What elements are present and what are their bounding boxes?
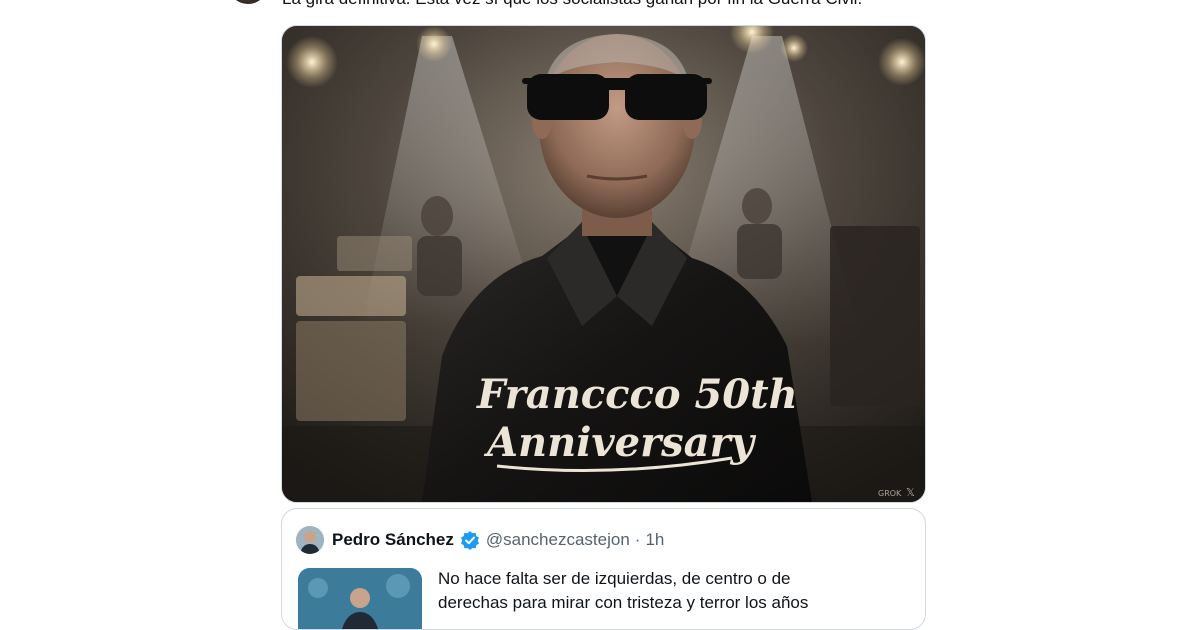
- verified-badge-icon: [460, 530, 480, 550]
- image-overlay-subtitle: Anniversary: [483, 419, 757, 466]
- tweet-text: La gira definitiva. Esta vez sí que los …: [282, 0, 982, 9]
- image-watermark: GROK: [878, 489, 902, 498]
- quoted-timestamp[interactable]: 1h: [645, 530, 664, 550]
- quoted-author-name[interactable]: Pedro Sánchez: [332, 530, 454, 550]
- quoted-tweet-thumbnail[interactable]: [298, 568, 422, 629]
- tweet-image[interactable]: Franccco 50th Anniversary GROK 𝕏: [281, 25, 926, 503]
- quoted-tweet[interactable]: Pedro Sánchez @sanchezcastejon · 1h No h…: [281, 508, 926, 630]
- quoted-tweet-header: Pedro Sánchez @sanchezcastejon · 1h: [296, 525, 664, 555]
- author-avatar[interactable]: [228, 0, 268, 4]
- quoted-author-handle[interactable]: @sanchezcastejon: [486, 530, 630, 550]
- quoted-text-line-1: No hace falta ser de izquierdas, de cent…: [438, 569, 791, 588]
- quoted-author-avatar[interactable]: [296, 526, 324, 554]
- x-logo-icon: 𝕏: [906, 486, 915, 499]
- quoted-text-line-2: derechas para mirar con tristeza y terro…: [438, 593, 809, 612]
- quoted-tweet-text: No hace falta ser de izquierdas, de cent…: [438, 567, 908, 615]
- image-overlay-title: Franccco 50th: [476, 371, 798, 418]
- header-separator: ·: [634, 530, 641, 549]
